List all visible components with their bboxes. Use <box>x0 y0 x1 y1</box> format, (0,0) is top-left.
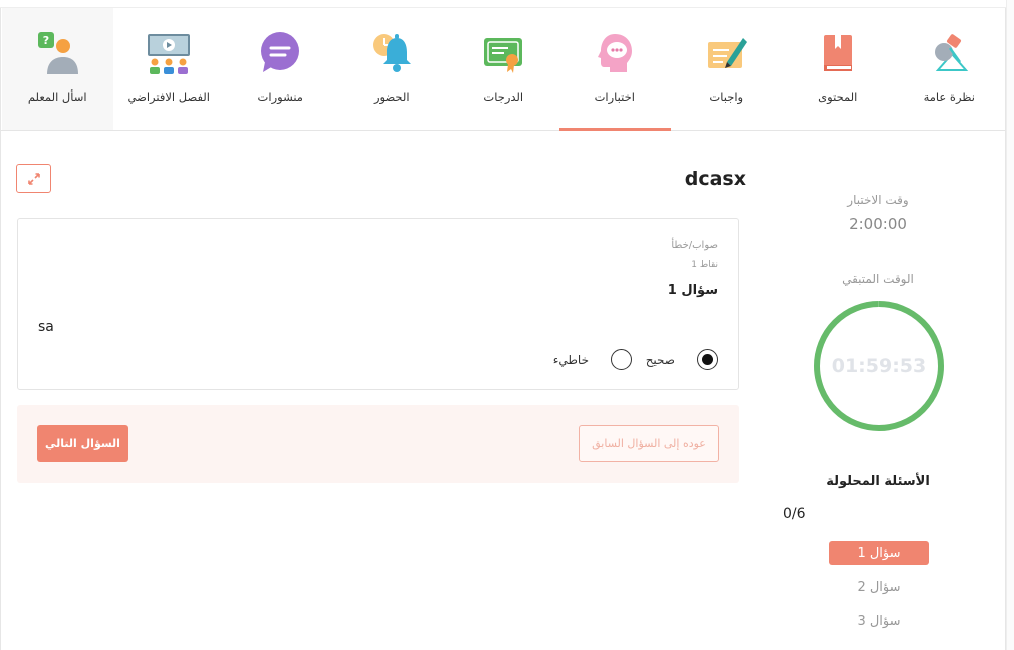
book-icon <box>813 28 863 78</box>
ask-teacher-icon: ? <box>32 28 82 78</box>
question-card: صواب/خطأ نقاط 1 سؤال 1 sa صحيح خاطيء <box>17 218 739 390</box>
head-chat-icon <box>590 28 640 78</box>
tab-label: منشورات <box>257 90 303 104</box>
test-time-label: وقت الاختبار <box>847 193 909 207</box>
tab-ask-teacher[interactable]: ? اسأل المعلم <box>1 8 113 130</box>
expand-icon <box>27 172 40 185</box>
tab-homework[interactable]: واجبات <box>671 8 783 130</box>
option-label: صحيح <box>645 352 675 367</box>
question-nav-item[interactable]: سؤال 1 <box>829 541 929 565</box>
virtual-classroom-icon <box>144 28 194 78</box>
tab-label: الفصل الافتراضي <box>127 90 210 104</box>
question-title: سؤال 1 <box>667 283 718 298</box>
tab-label: الدرجات <box>483 90 524 104</box>
tab-overview[interactable]: نظرة عامة <box>894 8 1006 130</box>
tab-content[interactable]: المحتوى <box>782 8 894 130</box>
lamp-icon <box>924 28 974 78</box>
scrollbar-track[interactable] <box>1006 0 1014 650</box>
tab-attendance[interactable]: الحضور <box>336 8 448 130</box>
test-time-value: 2:00:00 <box>849 215 907 233</box>
certificate-icon <box>478 28 528 78</box>
pen-paper-icon <box>701 28 751 78</box>
top-strip <box>0 0 1014 8</box>
next-question-button[interactable]: السؤال التالي <box>37 425 128 462</box>
solved-count: 0/6 <box>783 506 806 522</box>
tab-label: المحتوى <box>818 90 858 104</box>
solved-questions-title: الأسئلة المحلولة <box>826 474 930 489</box>
question-nav-item[interactable]: سؤال 2 <box>829 575 929 599</box>
option-false[interactable]: خاطيء <box>553 349 632 370</box>
bell-clock-icon <box>367 28 417 78</box>
quiz-title: dcasx <box>684 168 746 190</box>
tab-label: الحضور <box>373 90 410 104</box>
tab-label: اختبارات <box>594 90 635 104</box>
remaining-time-label: الوقت المتبقي <box>842 272 914 286</box>
tab-grades[interactable]: الدرجات <box>448 8 560 130</box>
radio-selected-dot <box>702 354 713 365</box>
course-nav: نظرة عامة المحتوى واجبات اختبارات الدرجا… <box>1 8 1005 131</box>
question-actions: السؤال التالي عوده إلى السؤال السابق <box>17 405 739 483</box>
option-radio[interactable] <box>697 349 718 370</box>
option-true[interactable]: صحيح <box>646 349 718 370</box>
option-radio[interactable] <box>611 349 632 370</box>
svg-text:?: ? <box>43 34 49 47</box>
question-nav-item[interactable]: سؤال 3 <box>829 609 929 633</box>
previous-question-button[interactable]: عوده إلى السؤال السابق <box>579 425 719 462</box>
chat-bubble-icon <box>255 28 305 78</box>
countdown-value: 01:59:53 <box>831 355 927 377</box>
tab-label: واجبات <box>709 90 744 104</box>
tab-tests[interactable]: اختبارات <box>559 8 671 131</box>
question-type: صواب/خطأ <box>671 240 718 251</box>
tab-label: نظرة عامة <box>923 90 975 104</box>
tab-posts[interactable]: منشورات <box>225 8 337 130</box>
fullscreen-button[interactable] <box>16 164 51 193</box>
tab-label: اسأل المعلم <box>27 90 87 104</box>
question-text: sa <box>38 319 54 335</box>
question-points: نقاط 1 <box>691 260 718 270</box>
tab-virtual-class[interactable]: الفصل الافتراضي <box>113 8 225 130</box>
option-label: خاطيء <box>552 352 589 367</box>
